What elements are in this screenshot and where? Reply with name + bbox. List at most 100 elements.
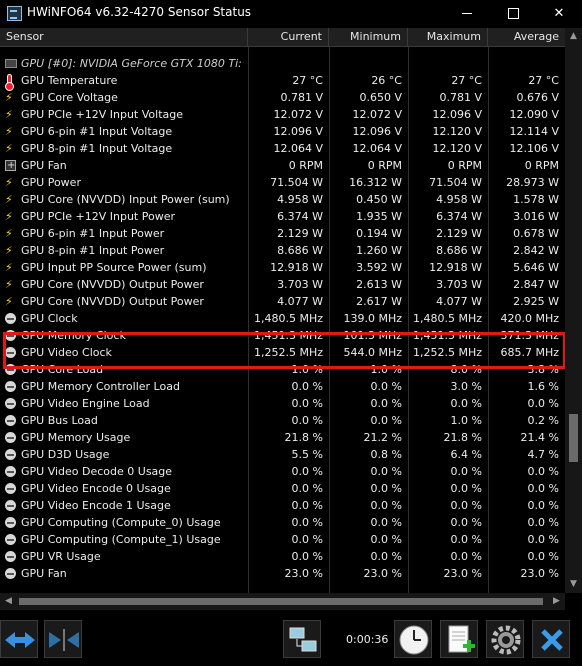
average-value: 0.676 V: [516, 91, 559, 104]
sensor-name: GPU Video Engine Load: [21, 397, 150, 410]
sensor-row[interactable]: GPU Core (NVVDD) Output Power 3.703 W 2.61…: [0, 276, 565, 293]
double-arrow-icon: [5, 632, 35, 648]
sensor-row[interactable]: GPU VR Usage 0.0 % 0.0 % 0.0 % 0.0 %: [0, 548, 565, 565]
current-value: 23.0 %: [284, 567, 323, 580]
minimum-value: 0.0 %: [370, 499, 402, 512]
sensor-row[interactable]: GPU Video Decode 0 Usage 0.0 % 0.0 % 0.0 % 0…: [0, 463, 565, 480]
minimum-value: 1.935 W: [356, 210, 402, 223]
average-value: 21.4 %: [520, 431, 559, 444]
sensor-row[interactable]: GPU D3D Usage 5.5 % 0.8 % 6.4 % 4.7 %: [0, 446, 565, 463]
average-value: 0.0 %: [527, 550, 559, 563]
sensor-row[interactable]: GPU Core (NVVDD) Input Power (sum) 4.958 …: [0, 191, 565, 208]
current-value: 0.0 %: [291, 499, 323, 512]
current-value: 0.0 %: [291, 516, 323, 529]
maximum-value: 0 RPM: [447, 159, 482, 172]
collapse-arrows-button[interactable]: [44, 620, 82, 658]
horizontal-scrollbar[interactable]: ◀ ▶: [0, 593, 565, 610]
maximum-value: 1,252.5 MHz: [412, 346, 482, 359]
navigate-arrows-button[interactable]: [0, 620, 38, 658]
reset-timer-button[interactable]: [394, 620, 432, 658]
current-value: 12.072 V: [273, 108, 323, 121]
header-average[interactable]: Average: [488, 28, 565, 46]
average-value: 0.678 W: [513, 227, 559, 240]
maximum-value: 12.120 V: [432, 142, 482, 155]
sensor-row[interactable]: GPU Video Encode 1 Usage 0.0 % 0.0 % 0.0 % 0…: [0, 497, 565, 514]
maximum-value: 0.0 %: [450, 499, 482, 512]
maximum-value: 1,451.3 MHz: [412, 329, 482, 342]
sensor-row[interactable]: GPU Video Clock 1,252.5 MHz 544.0 MHz 1,252…: [0, 344, 565, 361]
sensor-row[interactable]: GPU Computing (Compute_0) Usage 0.0 % 0.0 …: [0, 514, 565, 531]
header-current[interactable]: Current: [248, 28, 329, 46]
minimum-value: 1.260 W: [356, 244, 402, 257]
sensor-row[interactable]: GPU Computing (Compute_1) Usage 0.0 % 0.0 …: [0, 531, 565, 548]
minimum-value: 23.0 %: [363, 567, 402, 580]
sensor-row[interactable]: GPU 6-pin #1 Input Power 2.129 W 0.194 W 2.…: [0, 225, 565, 242]
sensor-name: GPU PCIe +12V Input Voltage: [21, 108, 184, 121]
minimum-value: 101.3 MHz: [343, 329, 402, 342]
average-value: 0.0 %: [527, 465, 559, 478]
sensor-row[interactable]: GPU 8-pin #1 Input Power 8.686 W 1.260 W 8.…: [0, 242, 565, 259]
sensor-row[interactable]: GPU 6-pin #1 Input Voltage 12.096 V 12.096…: [0, 123, 565, 140]
sensor-row[interactable]: GPU Video Encode 0 Usage 0.0 % 0.0 % 0.0 % 0…: [0, 480, 565, 497]
minimum-value: 2.617 W: [356, 295, 402, 308]
average-value: 3.016 W: [513, 210, 559, 223]
maximize-button[interactable]: [490, 0, 536, 27]
sensor-row[interactable]: GPU Fan 0 RPM 0 RPM 0 RPM 0 RPM: [0, 157, 565, 174]
maximum-value: 0.0 %: [450, 516, 482, 529]
current-value: 71.504 W: [270, 176, 323, 189]
sensor-name: GPU Memory Usage: [21, 431, 131, 444]
minimum-value: 1.0 %: [370, 363, 402, 376]
sensor-row[interactable]: GPU Fan 23.0 % 23.0 % 23.0 % 23.0 %: [0, 565, 565, 582]
logging-button[interactable]: [440, 620, 478, 658]
sensor-row[interactable]: GPU Core (NVVDD) Output Power 4.077 W 2.61…: [0, 293, 565, 310]
scroll-left-arrow-icon[interactable]: ◀: [0, 593, 17, 610]
sensor-row[interactable]: GPU Clock 1,480.5 MHz 139.0 MHz 1,480.5 MHz…: [0, 310, 565, 327]
current-value: 0.0 %: [291, 533, 323, 546]
vertical-scrollbar[interactable]: ▲ ▼: [565, 28, 582, 593]
close-icon: ✕: [553, 6, 565, 21]
scroll-down-arrow-icon[interactable]: ▼: [565, 576, 582, 593]
scroll-right-arrow-icon[interactable]: ▶: [548, 593, 565, 610]
sensor-row[interactable]: GPU Temperature 27 °C 26 °C 27 °C 27 °C: [0, 72, 565, 91]
maximum-value: 4.958 W: [436, 193, 482, 206]
sensor-row[interactable]: GPU Memory Controller Load 0.0 % 0.0 % 3.0 …: [0, 378, 565, 395]
average-value: 2.847 W: [513, 278, 559, 291]
close-button[interactable]: [532, 620, 570, 658]
maximum-value: 2.129 W: [436, 227, 482, 240]
average-value: 2.842 W: [513, 244, 559, 257]
close-window-button[interactable]: ✕: [536, 0, 582, 27]
group-title: GPU [#0]: NVIDIA GeForce GTX 1080 Ti:: [21, 57, 242, 70]
header-minimum[interactable]: Minimum: [329, 28, 408, 46]
maximum-value: 6.374 W: [436, 210, 482, 223]
sensor-row[interactable]: GPU Memory Clock 1,451.3 MHz 101.3 MHz 1,45…: [0, 327, 565, 344]
sensor-row[interactable]: GPU 8-pin #1 Input Voltage 12.064 V 12.064…: [0, 140, 565, 157]
header-maximum[interactable]: Maximum: [408, 28, 488, 46]
sensor-row[interactable]: GPU Core Voltage 0.781 V 0.650 V 0.781 V 0.6…: [0, 89, 565, 106]
sensor-name: GPU Core (NVVDD) Input Power (sum): [21, 193, 230, 206]
sensor-row[interactable]: GPU Power 71.504 W 16.312 W 71.504 W 28.973 …: [0, 174, 565, 191]
sensor-row[interactable]: GPU Core Load 1.0 % 1.0 % 8.0 % 3.8 %: [0, 361, 565, 378]
current-value: 0.0 %: [291, 380, 323, 393]
scroll-up-arrow-icon[interactable]: ▲: [565, 28, 582, 45]
sensor-row[interactable]: GPU Bus Load 0.0 % 0.0 % 1.0 % 0.2 %: [0, 412, 565, 429]
sensor-name: GPU 8-pin #1 Input Power: [21, 244, 165, 257]
sensor-row[interactable]: GPU Video Engine Load 0.0 % 0.0 % 0.0 % 0.0 …: [0, 395, 565, 412]
sensor-name: GPU Temperature: [21, 74, 118, 87]
header-sensor[interactable]: Sensor: [0, 28, 248, 46]
sensor-row[interactable]: GPU PCIe +12V Input Voltage 12.072 V 12.07…: [0, 106, 565, 123]
group-row[interactable]: GPU [#0]: NVIDIA GeForce GTX 1080 Ti:: [0, 55, 565, 72]
horizontal-scroll-thumb[interactable]: [19, 598, 543, 605]
settings-button[interactable]: [486, 620, 524, 658]
sensor-name: GPU Computing (Compute_0) Usage: [21, 516, 221, 529]
vertical-scroll-thumb[interactable]: [569, 414, 578, 462]
network-button[interactable]: [283, 620, 321, 658]
minimize-button[interactable]: [444, 0, 490, 27]
sensor-row[interactable]: GPU Input PP Source Power (sum) 12.918 W 3…: [0, 259, 565, 276]
minimum-value: 0.0 %: [370, 516, 402, 529]
average-value: 3.8 %: [527, 363, 559, 376]
average-value: 0 RPM: [524, 159, 559, 172]
current-value: 1,252.5 MHz: [253, 346, 323, 359]
maximum-value: 71.504 W: [429, 176, 482, 189]
sensor-row[interactable]: GPU PCIe +12V Input Power 6.374 W 1.935 W 6…: [0, 208, 565, 225]
sensor-row[interactable]: GPU Memory Usage 21.8 % 21.2 % 21.8 % 21.4 %: [0, 429, 565, 446]
